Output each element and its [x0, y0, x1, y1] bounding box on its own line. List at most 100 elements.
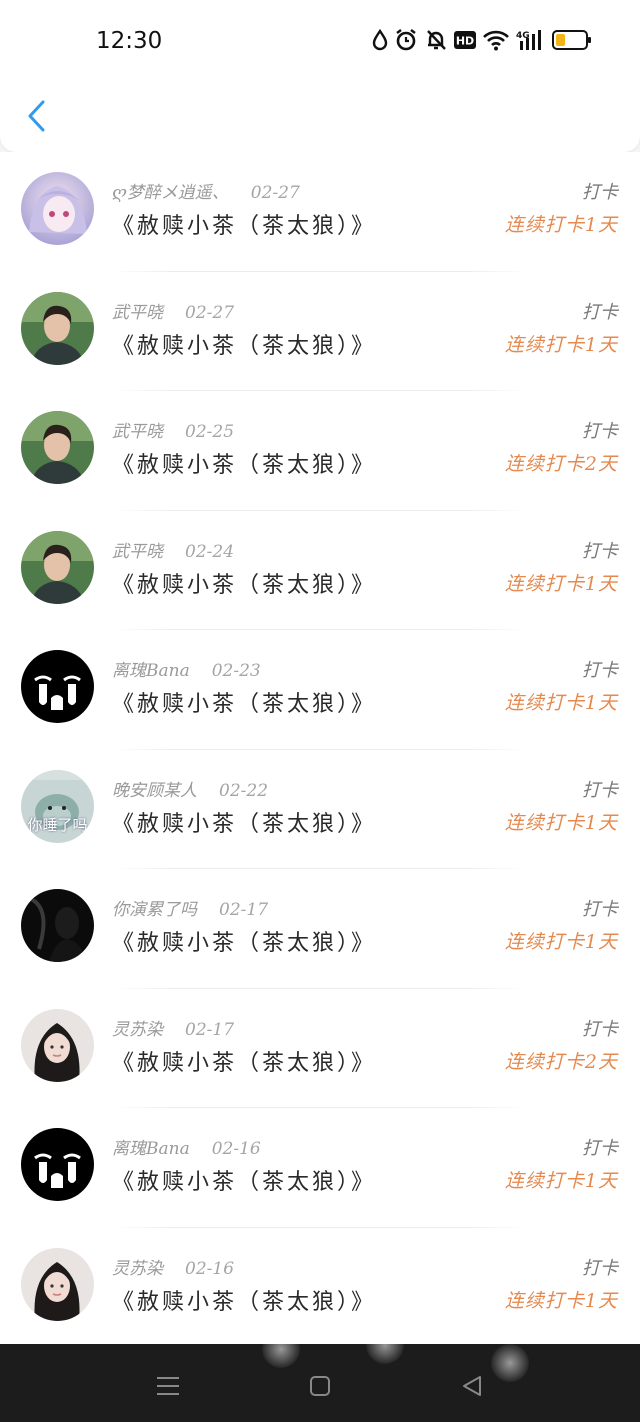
hd-label: HD — [456, 35, 474, 48]
record-meta: ღ梦醉メ逍遥、 02-27 — [112, 178, 300, 203]
user-name[interactable]: 离瑰Bana — [112, 1139, 190, 1159]
menu-button[interactable] — [148, 1366, 188, 1406]
record-meta: 离瑰Bana 02-16 — [112, 1134, 261, 1159]
checkin-row[interactable]: 灵苏染 02-17 《赦赎小茶（茶太狼）》 打卡 连续打卡2天 — [0, 989, 640, 1108]
streak-label: 连续打卡1天 — [504, 811, 618, 834]
streak-label: 连续打卡1天 — [504, 333, 618, 356]
record-date: 02-16 — [211, 1139, 261, 1159]
avatar[interactable] — [21, 1008, 94, 1082]
avatar[interactable] — [21, 650, 94, 723]
avatar[interactable] — [21, 1247, 94, 1321]
checkin-row[interactable]: 你睡了吗 晚安顾某人 02-22 《赦赎小茶（茶太狼）》 打卡连续打卡1天 — [0, 750, 640, 869]
streak-label: 连续打卡1天 — [504, 572, 618, 595]
book-title[interactable]: 《赦赎小茶（茶太狼）》 — [112, 806, 376, 838]
record-date: 02-23 — [211, 661, 261, 681]
touch-glow — [366, 1326, 404, 1364]
book-title[interactable]: 《赦赎小茶（茶太狼）》 — [112, 1284, 376, 1316]
streak-label: 连续打卡2天 — [504, 453, 618, 475]
record-date: 02-16 — [185, 1258, 235, 1279]
checkin-list: ღ梦醉メ逍遥、 02-27 《赦赎小茶（茶太狼）》 打卡 连续打卡1天 武平晓 02-27 《… — [0, 152, 640, 1344]
user-name[interactable]: 武平晓 — [112, 422, 163, 442]
checkin-label: 打卡 — [582, 1018, 618, 1040]
avatar[interactable]: 你睡了吗 — [21, 769, 94, 843]
record-meta: 离瑰Bana 02-23 — [112, 656, 261, 681]
record-date: 02-17 — [219, 900, 269, 920]
avatar[interactable] — [21, 172, 94, 245]
book-title[interactable]: 《赦赎小茶（茶太狼）》 — [112, 686, 376, 718]
checkin-label: 打卡 — [582, 540, 618, 562]
user-name[interactable]: 灵苏染 — [112, 1020, 163, 1040]
checkin-label: 打卡 — [582, 301, 618, 323]
checkin-label: 打卡 — [582, 660, 618, 681]
menu-icon — [157, 1377, 179, 1395]
checkin-label: 打卡 — [582, 899, 618, 920]
signal-4g-icon: 4G — [516, 29, 546, 51]
record-date: 02-27 — [250, 183, 300, 203]
record-date: 02-17 — [185, 1019, 235, 1040]
book-title[interactable]: 《赦赎小茶（茶太狼）》 — [112, 447, 376, 479]
avatar[interactable] — [21, 530, 94, 604]
book-title[interactable]: 《赦赎小茶（茶太狼）》 — [112, 567, 376, 599]
user-name[interactable]: 你演累了吗 — [112, 900, 197, 920]
avatar[interactable] — [21, 1128, 94, 1201]
record-meta: 晚安顾某人 02-22 — [112, 776, 268, 801]
touch-glow — [491, 1344, 529, 1382]
checkin-label: 打卡 — [582, 1138, 618, 1159]
avatar[interactable] — [21, 889, 94, 962]
touch-glow — [262, 1330, 300, 1368]
record-date: 02-25 — [185, 422, 235, 442]
user-name[interactable]: 武平晓 — [112, 542, 163, 562]
record-meta: 灵苏染 02-17 — [112, 1015, 234, 1040]
checkin-row[interactable]: 武平晓 02-25 《赦赎小茶（茶太狼）》 打卡连续打卡2天 — [0, 391, 640, 511]
record-meta: 武平晓 02-24 — [112, 537, 234, 562]
streak-label: 连续打卡1天 — [504, 1170, 618, 1192]
streak-label: 连续打卡1天 — [504, 1289, 618, 1312]
back-button[interactable] — [20, 96, 52, 136]
checkin-row[interactable]: 武平晓 02-24 《赦赎小茶（茶太狼）》 打卡连续打卡1天 — [0, 511, 640, 630]
avatar[interactable] — [21, 411, 94, 484]
checkin-label: 打卡 — [582, 779, 618, 801]
streak-label: 连续打卡1天 — [504, 214, 618, 236]
book-title[interactable]: 《赦赎小茶（茶太狼）》 — [112, 208, 376, 240]
checkin-row[interactable]: 离瑰Bana 02-23 《赦赎小茶（茶太狼）》 打卡连续打卡1天 — [0, 630, 640, 750]
back-nav-button[interactable] — [452, 1366, 492, 1406]
battery-icon — [552, 29, 592, 51]
checkin-label: 打卡 — [582, 182, 618, 203]
streak-label: 连续打卡1天 — [504, 692, 618, 714]
system-navbar — [0, 1326, 640, 1422]
mute-icon — [424, 28, 448, 52]
drop-icon — [372, 29, 388, 51]
book-title[interactable]: 《赦赎小茶（茶太狼）》 — [112, 328, 376, 360]
avatar[interactable] — [21, 291, 94, 365]
checkin-row[interactable]: 灵苏染 02-16 《赦赎小茶（茶太狼）》 打卡 连续打卡1天 — [0, 1228, 640, 1345]
chevron-left-icon — [28, 100, 45, 132]
streak-label: 连续打卡1天 — [504, 931, 618, 953]
checkin-row[interactable]: ღ梦醉メ逍遥、 02-27 《赦赎小茶（茶太狼）》 打卡连续打卡1天 — [0, 152, 640, 272]
avatar-caption: 你睡了吗 — [27, 815, 88, 834]
checkin-row[interactable]: 离瑰Bana 02-16 《赦赎小茶（茶太狼）》 打卡连续打卡1天 — [0, 1108, 640, 1228]
user-name[interactable]: 离瑰Bana — [112, 661, 190, 681]
back-triangle-icon — [463, 1376, 481, 1396]
user-name[interactable]: 灵苏染 — [112, 1259, 163, 1279]
record-meta: 灵苏染 02-16 — [112, 1254, 234, 1279]
user-name[interactable]: 晚安顾某人 — [112, 781, 197, 801]
checkin-row[interactable]: 你演累了吗 02-17 《赦赎小茶（茶太狼）》 打卡连续打卡1天 — [0, 869, 640, 989]
record-date: 02-27 — [185, 302, 235, 323]
book-title[interactable]: 《赦赎小茶（茶太狼）》 — [112, 1164, 376, 1196]
checkin-label: 打卡 — [582, 421, 618, 442]
home-square-icon — [310, 1376, 330, 1396]
user-name[interactable]: ღ梦醉メ逍遥、 — [112, 183, 229, 203]
checkin-row[interactable]: 武平晓 02-27 《赦赎小茶（茶太狼）》 打卡连续打卡1天 — [0, 272, 640, 391]
book-title[interactable]: 《赦赎小茶（茶太狼）》 — [112, 1045, 376, 1077]
user-name[interactable]: 武平晓 — [112, 303, 163, 323]
record-meta: 武平晓 02-27 — [112, 298, 234, 323]
status-icons: HD 4G — [372, 28, 592, 52]
record-date: 02-24 — [185, 541, 235, 562]
home-button[interactable] — [300, 1366, 340, 1406]
hd-icon: HD — [454, 31, 476, 49]
wifi-icon — [482, 29, 510, 51]
book-title[interactable]: 《赦赎小茶（茶太狼）》 — [112, 925, 376, 957]
status-time: 12:30 — [96, 28, 163, 54]
record-date: 02-22 — [219, 780, 269, 801]
alarm-icon — [394, 28, 418, 52]
